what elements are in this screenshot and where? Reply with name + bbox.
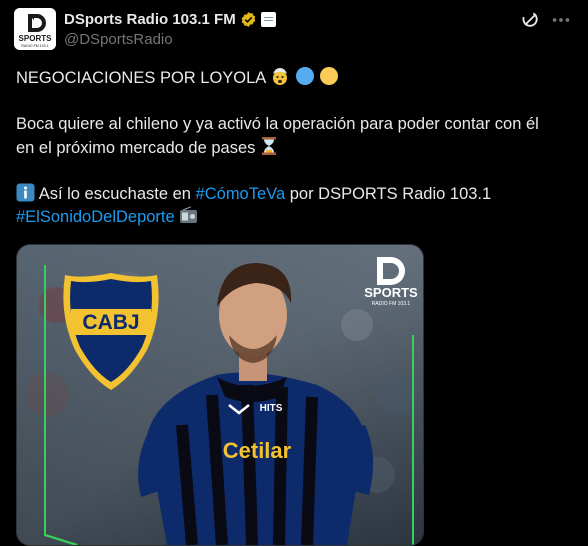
affiliate-badge-icon: [260, 11, 276, 27]
tweet-line-1: NEGOCIACIONES POR LOYOLA: [16, 66, 576, 90]
tweet-line-2: Boca quiere al chileno y ya activó la op…: [16, 115, 539, 133]
crest-text: CABJ: [82, 311, 139, 334]
media-logo-text: SPORTS: [364, 285, 418, 300]
svg-text:SPORTS: SPORTS: [19, 34, 53, 43]
tweet-header: SPORTS RADIO FM 103.1 DSports Radio 103.…: [14, 8, 574, 52]
info-emoji-icon: [16, 183, 35, 202]
media-logo-subtext: RADIO FM 103.1: [372, 301, 411, 307]
account-names: DSports Radio 103.1 FM @DSportsRadio: [64, 9, 276, 48]
yellow-circle-emoji-icon: [320, 67, 339, 85]
shirt-sponsor-text: Cetilar: [223, 438, 292, 463]
shirt-brand-text: HITS: [260, 403, 283, 414]
hashtag-link[interactable]: #ElSonidoDelDeporte: [16, 208, 175, 226]
tweet-line-4-suffix: por DSPORTS Radio 103.1: [289, 185, 492, 203]
avatar[interactable]: SPORTS RADIO FM 103.1: [14, 8, 56, 50]
blue-circle-emoji-icon: [295, 67, 314, 85]
more-options-icon[interactable]: [550, 10, 572, 30]
display-name[interactable]: DSports Radio 103.1 FM: [64, 11, 236, 28]
exploding-head-emoji-icon: [273, 68, 287, 85]
tweet-text: NEGOCIACIONES POR LOYOLA Boca quiere al …: [16, 66, 576, 229]
verified-badge-icon: [241, 11, 256, 27]
hashtag-link[interactable]: #CómoTeVa: [196, 185, 286, 203]
tweet-line-4-prefix: Así lo escuchaste en: [38, 185, 191, 203]
radio-emoji-icon: [180, 206, 198, 223]
tweet-line-3: en el próximo mercado de pases: [16, 136, 576, 160]
tweet-headline: NEGOCIACIONES POR LOYOLA: [16, 69, 266, 87]
tweet-line-3-text: en el próximo mercado de pases: [16, 139, 256, 157]
handle[interactable]: @DSportsRadio: [64, 31, 276, 48]
tweet-line-4: Así lo escuchaste en #CómoTeVa por DSPOR…: [16, 183, 576, 206]
tweet-media-image[interactable]: CABJ Cetilar HITS SPORTS RADIO FM 103.1: [16, 244, 424, 546]
hourglass-emoji-icon: [261, 137, 276, 155]
grok-icon[interactable]: [520, 10, 540, 30]
svg-text:RADIO FM 103.1: RADIO FM 103.1: [21, 44, 49, 48]
tweet-line-5: #ElSonidoDelDeporte: [16, 206, 576, 229]
